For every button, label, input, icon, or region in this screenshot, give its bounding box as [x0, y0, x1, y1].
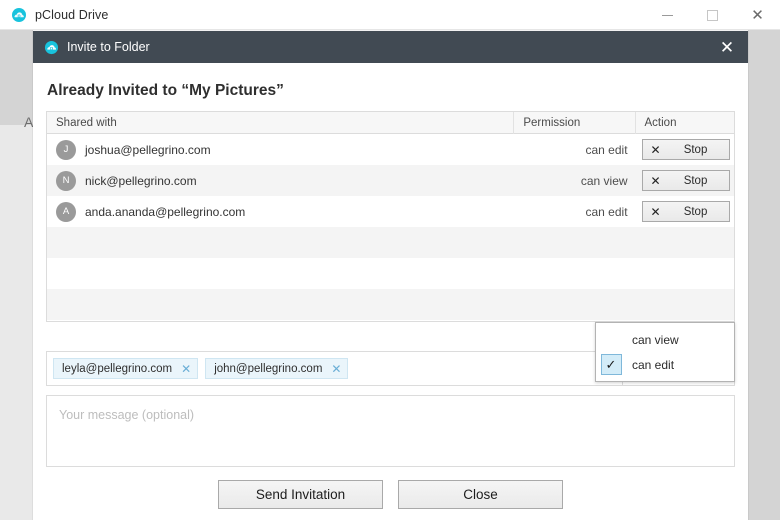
window-controls: ✕	[645, 0, 780, 30]
dropdown-item-label: can edit	[632, 357, 675, 372]
svg-text:p: p	[50, 45, 53, 51]
shared-user-email: nick@pellegrino.com	[85, 173, 197, 188]
cell-action: ✕ Stop	[636, 170, 734, 191]
pcloud-logo-icon: p	[11, 7, 27, 23]
shared-user-email: anda.ananda@pellegrino.com	[85, 204, 246, 219]
section-title: Already Invited to “My Pictures”	[47, 82, 284, 99]
invite-recipients-row: leyla@pellegrino.com ✕ john@pellegrino.c…	[46, 322, 735, 386]
recipient-chip[interactable]: leyla@pellegrino.com ✕	[53, 358, 199, 379]
stop-sharing-button[interactable]: ✕ Stop	[641, 170, 730, 191]
background-right-strip	[748, 30, 780, 520]
table-row-empty	[47, 227, 734, 258]
avatar: N	[56, 170, 76, 191]
table-header-row: Shared with Permission Action	[47, 112, 734, 134]
recipient-email: leyla@pellegrino.com	[62, 362, 173, 375]
stop-button-label: Stop	[683, 143, 708, 156]
column-header-shared-with: Shared with	[47, 112, 515, 134]
recipients-input[interactable]: leyla@pellegrino.com ✕ john@pellegrino.c…	[46, 351, 623, 386]
cell-shared-with: N nick@pellegrino.com	[47, 170, 514, 191]
cell-permission: can view	[580, 173, 628, 188]
permission-dropdown-menu: can view ✓ can edit	[595, 322, 735, 382]
app-title: pCloud Drive	[35, 7, 109, 22]
table-row: A anda.ananda@pellegrino.com can edit ✕ …	[47, 196, 734, 227]
table-row: N nick@pellegrino.com can view ✕ Stop	[47, 165, 734, 196]
recipient-email: john@pellegrino.com	[214, 362, 323, 375]
message-placeholder: Your message (optional)	[59, 408, 195, 422]
dropdown-item-can-view[interactable]: can view	[596, 327, 734, 352]
check-slot: ✓	[596, 354, 626, 375]
stop-button-label: Stop	[683, 205, 708, 218]
shared-user-email: joshua@pellegrino.com	[85, 142, 211, 157]
avatar: J	[56, 139, 76, 160]
check-icon: ✓	[600, 354, 622, 375]
cell-action: ✕ Stop	[636, 201, 734, 222]
maximize-icon[interactable]	[690, 0, 735, 30]
stop-button-label: Stop	[683, 174, 708, 187]
table-row-empty	[47, 258, 734, 289]
dialog-title: Invite to Folder	[67, 40, 150, 54]
stop-sharing-button[interactable]: ✕ Stop	[641, 139, 730, 160]
remove-chip-icon[interactable]: ✕	[331, 363, 341, 375]
dialog-close-icon[interactable]: ✕	[706, 31, 748, 63]
avatar: A	[56, 201, 76, 222]
close-icon[interactable]: ✕	[735, 0, 780, 30]
dialog-body: Already Invited to “My Pictures” Shared …	[33, 63, 748, 520]
table-row-empty	[47, 289, 734, 320]
pcloud-logo-icon: p	[44, 40, 59, 55]
check-slot	[596, 329, 626, 350]
cell-shared-with: A anda.ananda@pellegrino.com	[47, 201, 514, 222]
column-header-action: Action	[644, 116, 677, 129]
cell-shared-with: J joshua@pellegrino.com	[47, 139, 514, 160]
close-icon: ✕	[650, 173, 661, 188]
table-row: J joshua@pellegrino.com can edit ✕ Stop	[47, 134, 734, 165]
invite-to-folder-dialog: p Invite to Folder ✕ Already Invited to …	[33, 31, 748, 520]
close-icon: ✕	[650, 142, 661, 157]
message-textarea[interactable]: Your message (optional)	[46, 395, 735, 467]
dialog-footer: Send Invitation Close	[46, 480, 735, 509]
dropdown-item-can-edit[interactable]: ✓ can edit	[596, 352, 734, 377]
cell-permission: can edit	[585, 204, 628, 219]
minimize-icon[interactable]	[645, 0, 690, 30]
close-button[interactable]: Close	[398, 480, 563, 509]
recipient-chip[interactable]: john@pellegrino.com ✕	[205, 358, 349, 379]
cell-action: ✕ Stop	[636, 139, 734, 160]
stop-sharing-button[interactable]: ✕ Stop	[641, 201, 730, 222]
shared-with-table: Shared with Permission Action J joshua@p…	[46, 111, 735, 322]
cell-permission: can edit	[585, 142, 628, 157]
send-invitation-button[interactable]: Send Invitation	[218, 480, 383, 509]
app-titlebar: p pCloud Drive ✕	[0, 0, 780, 30]
dialog-titlebar: p Invite to Folder ✕	[33, 31, 748, 63]
dropdown-item-label: can view	[632, 332, 679, 347]
close-icon: ✕	[650, 204, 661, 219]
remove-chip-icon[interactable]: ✕	[181, 363, 191, 375]
column-header-permission: Permission	[514, 112, 636, 134]
background-sidebar-lower	[0, 125, 33, 520]
background-letter: A	[24, 114, 34, 130]
